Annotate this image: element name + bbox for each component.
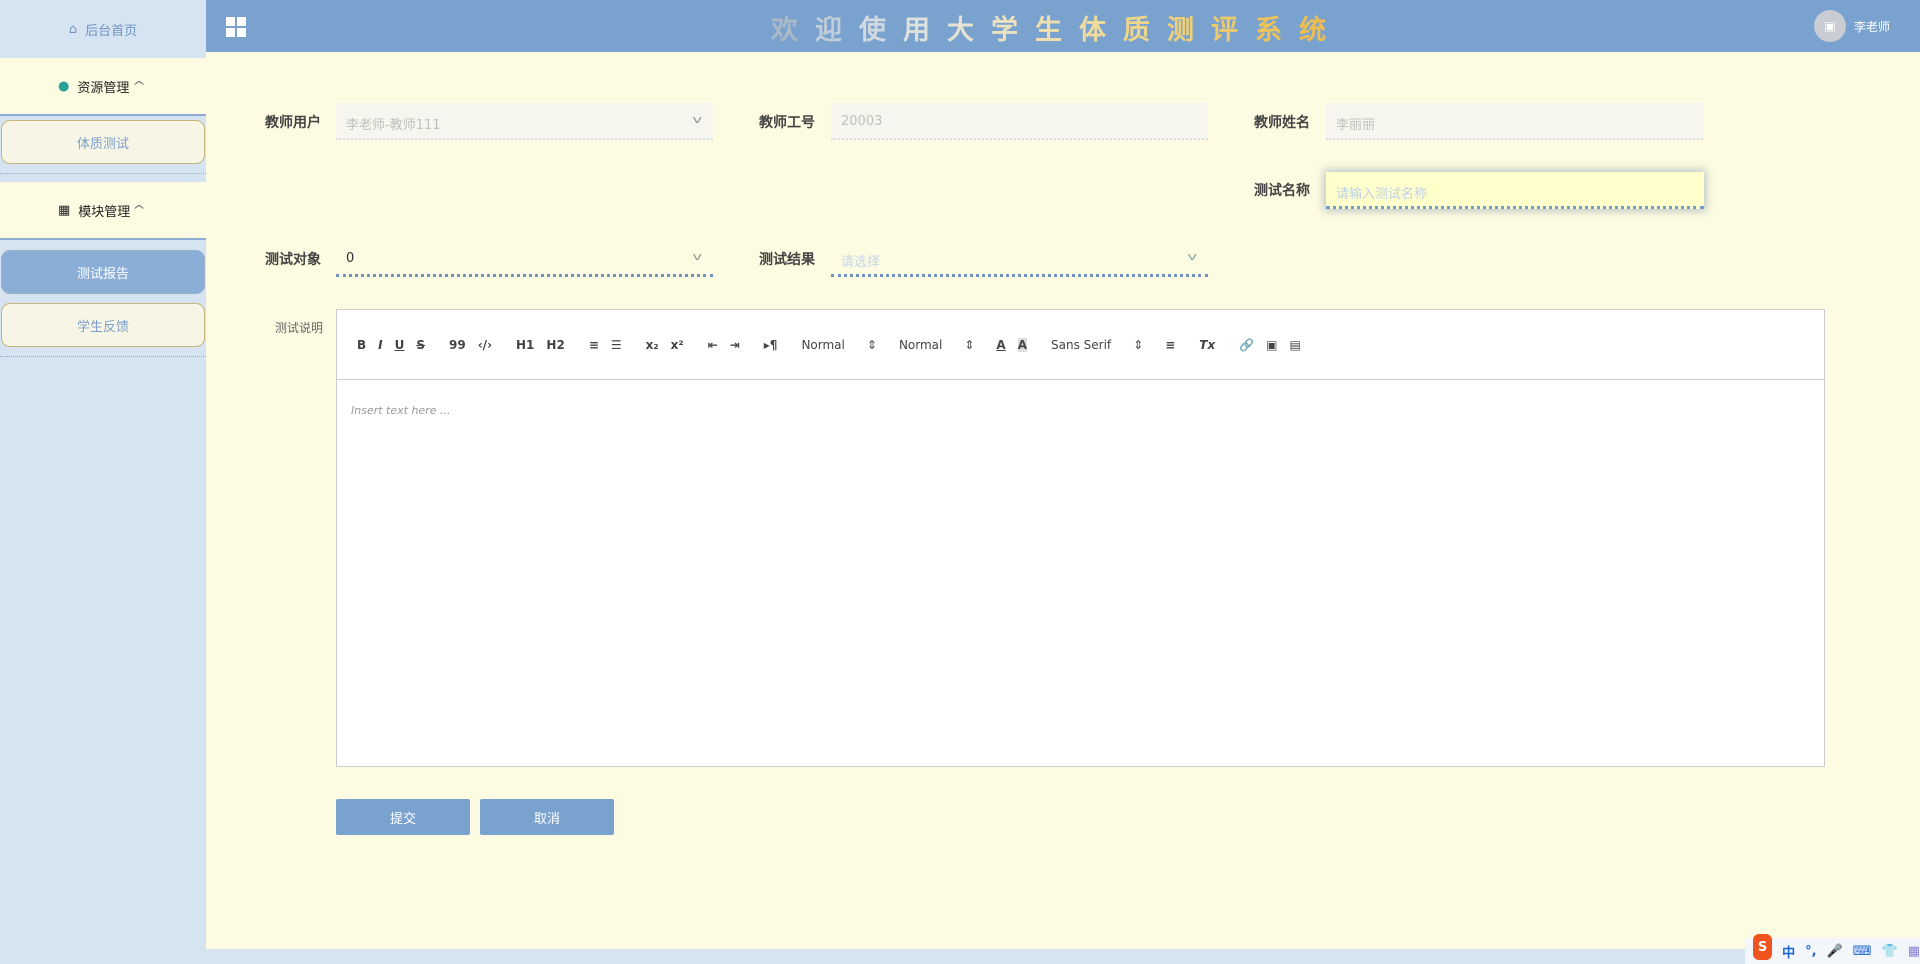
align-button[interactable]: ≡: [1165, 338, 1175, 352]
updown-icon: ⇕: [964, 337, 975, 352]
header-select[interactable]: Normal ⇕: [899, 338, 974, 352]
test-target-value: 0: [346, 251, 355, 266]
teacher-user-value: 李老师-教师111: [346, 118, 441, 133]
video-button[interactable]: ▤: [1290, 338, 1301, 352]
link-button[interactable]: 🔗: [1239, 338, 1254, 352]
test-target-select[interactable]: 0v: [336, 240, 713, 277]
title-char: 欢: [771, 15, 815, 46]
footer-strip: [206, 949, 1920, 964]
sidebar-item-student-feedback[interactable]: 学生反馈: [1, 303, 205, 347]
sidebar-item-fitness-test[interactable]: 体质测试: [1, 120, 205, 164]
teacher-user-label: 教师用户: [265, 115, 321, 131]
ime-language[interactable]: 中: [1782, 942, 1795, 961]
bullet-list-button[interactable]: ☰: [611, 338, 622, 352]
teacher-id-label: 教师工号: [759, 115, 815, 131]
chevron-down-icon: v: [1187, 250, 1198, 263]
title-char: 生: [1035, 15, 1079, 46]
sidebar-group-modules[interactable]: ▦ 模块管理 ^: [0, 182, 206, 240]
teacher-name-field[interactable]: 李丽丽: [1326, 103, 1703, 140]
image-button[interactable]: ▣: [1266, 338, 1277, 352]
chevron-down-icon: v: [692, 250, 703, 263]
sogou-logo-icon[interactable]: S: [1753, 934, 1773, 960]
h1-button[interactable]: H1: [516, 338, 534, 352]
ime-toolbar[interactable]: S 中 °, 🎤 ⌨ 👕 ▦: [1745, 934, 1920, 964]
header: 欢迎使用大学生体质测评系统 ▣ 李老师: [206, 0, 1920, 52]
sidebar: ⌂ 后台首页 ● 资源管理 ^ 体质测试 ▦ 模块管理 ^ 测试报告 学生反馈: [0, 0, 206, 964]
h2-button[interactable]: H2: [546, 338, 564, 352]
sidebar-item-test-report[interactable]: 测试报告: [1, 250, 205, 294]
size-value: Normal: [801, 337, 845, 352]
updown-icon: ⇕: [1133, 337, 1144, 352]
size-select[interactable]: Normal ⇕: [801, 338, 876, 352]
background-color-button[interactable]: A: [1017, 337, 1028, 352]
microphone-icon[interactable]: 🎤: [1827, 944, 1843, 959]
sidebar-item-home[interactable]: ⌂ 后台首页: [0, 0, 206, 58]
title-char: 测: [1167, 15, 1211, 46]
title-char: 统: [1299, 15, 1343, 46]
title-char: 用: [903, 15, 947, 46]
apps-icon[interactable]: ▦: [1908, 944, 1920, 959]
header-value: Normal: [898, 337, 943, 352]
test-result-placeholder: 请选择: [841, 255, 881, 270]
direction-button[interactable]: ▸¶: [764, 338, 778, 352]
title-char: 质: [1123, 15, 1167, 46]
test-name-input[interactable]: 请输入测试名称: [1326, 172, 1704, 209]
chevron-up-icon: ^: [131, 79, 147, 93]
image-icon: ▣: [1824, 19, 1836, 33]
subscript-button[interactable]: x₂: [646, 338, 659, 352]
editor-content[interactable]: Insert text here ...: [337, 380, 1824, 441]
title-char: 学: [991, 15, 1035, 46]
description-label: 测试说明: [275, 321, 324, 335]
updown-icon: ⇕: [866, 337, 877, 352]
font-value: Sans Serif: [1051, 337, 1112, 352]
test-result-label: 测试结果: [759, 252, 815, 268]
page-title: 欢迎使用大学生体质测评系统: [771, 8, 1343, 47]
superscript-button[interactable]: x²: [671, 338, 684, 352]
text-color-button[interactable]: A: [996, 338, 1005, 352]
teacher-user-select[interactable]: 李老师-教师111 v: [336, 103, 713, 140]
font-select[interactable]: Sans Serif ⇕: [1051, 338, 1143, 352]
bold-button[interactable]: B: [357, 338, 366, 352]
outdent-button[interactable]: ⇤: [708, 338, 718, 352]
strike-button[interactable]: S: [416, 338, 425, 352]
code-button[interactable]: ‹/›: [478, 338, 492, 352]
grid-icon: ▦: [58, 202, 71, 218]
teacher-name-label: 教师姓名: [1254, 115, 1310, 131]
menu-grid-icon[interactable]: [226, 17, 246, 37]
teacher-id-field[interactable]: 20003: [831, 103, 1208, 140]
title-char: 大: [947, 15, 991, 46]
test-name-label: 测试名称: [1254, 183, 1310, 199]
chevron-up-icon: ^: [131, 203, 147, 217]
cancel-button[interactable]: 取消: [480, 799, 614, 835]
user-menu[interactable]: ▣ 李老师: [1813, 10, 1890, 42]
underline-button[interactable]: U: [395, 338, 405, 352]
title-char: 使: [859, 15, 903, 46]
test-target-label: 测试对象: [265, 252, 321, 268]
title-char: 系: [1255, 15, 1299, 46]
clean-format-button[interactable]: Tx: [1199, 338, 1215, 352]
avatar: ▣: [1813, 10, 1846, 42]
chevron-down-icon: v: [692, 113, 703, 126]
keyboard-icon[interactable]: ⌨: [1853, 944, 1872, 959]
ime-punctuation[interactable]: °,: [1805, 944, 1816, 959]
ordered-list-button[interactable]: ≡: [589, 338, 599, 352]
editor-toolbar: B I U S 99 ‹/› H1 H2 ≡ ☰ x₂ x² ⇤ ⇥ ▸¶ No…: [337, 310, 1824, 380]
rich-text-editor: B I U S 99 ‹/› H1 H2 ≡ ☰ x₂ x² ⇤ ⇥ ▸¶ No…: [336, 309, 1825, 767]
indent-button[interactable]: ⇥: [730, 338, 740, 352]
blockquote-button[interactable]: 99: [449, 338, 466, 352]
divider: [0, 164, 206, 174]
skin-icon[interactable]: 👕: [1882, 944, 1898, 959]
test-result-select[interactable]: 请选择 v: [831, 240, 1208, 277]
sidebar-group-resources[interactable]: ● 资源管理 ^: [0, 58, 206, 116]
title-char: 迎: [815, 15, 859, 46]
title-char: 评: [1211, 15, 1255, 46]
italic-button[interactable]: I: [378, 338, 382, 352]
divider: [0, 347, 206, 357]
submit-button[interactable]: 提交: [336, 799, 470, 835]
home-icon: ⌂: [68, 21, 78, 37]
balloon-icon: ●: [58, 78, 70, 94]
title-char: 体: [1079, 15, 1123, 46]
